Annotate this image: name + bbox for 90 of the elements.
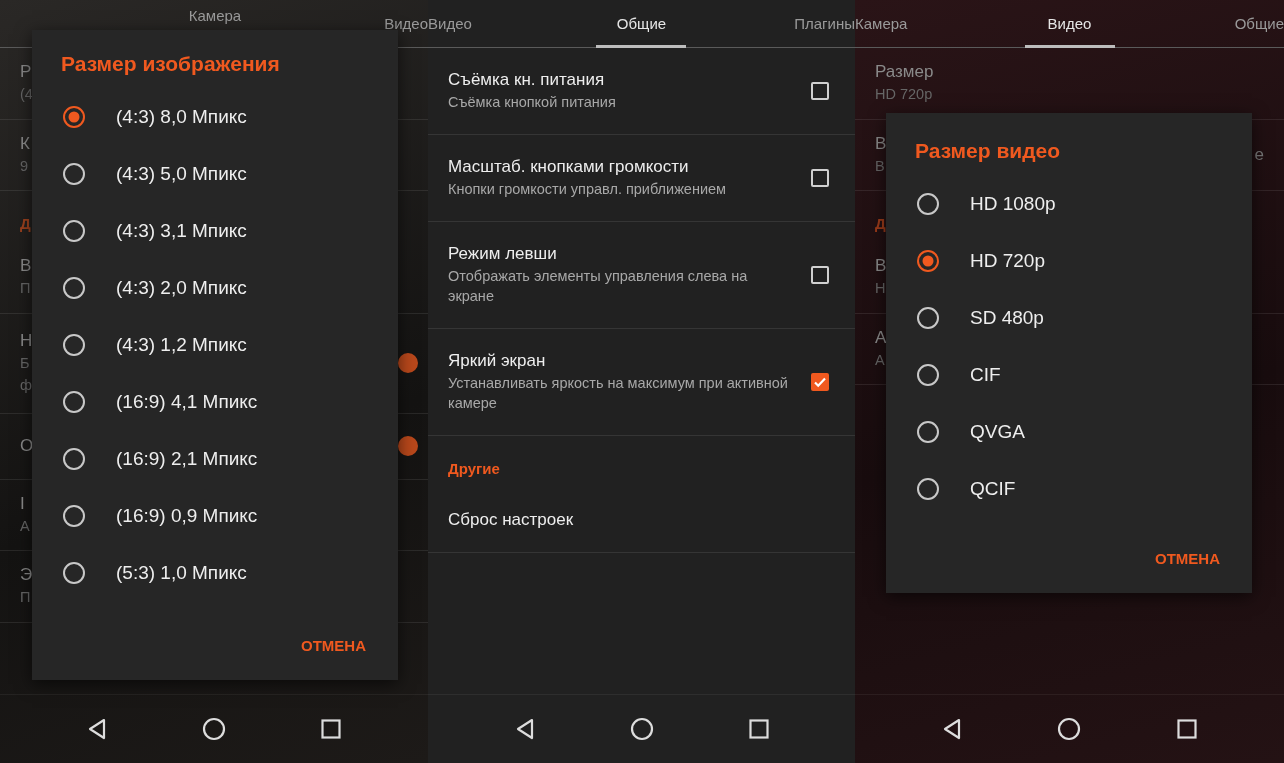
switch-thumb[interactable] bbox=[398, 436, 418, 457]
recents-icon[interactable] bbox=[321, 719, 342, 739]
radio-option[interactable]: (16:9) 0,9 Мпикс bbox=[32, 487, 398, 544]
radio-button[interactable] bbox=[62, 503, 86, 528]
setting-summary: А bbox=[20, 516, 30, 536]
setting-summary: В bbox=[875, 156, 885, 176]
setting-summary: Съёмка кнопкой питания bbox=[448, 92, 616, 112]
setting-summary: Кнопки громкости управл. приближением bbox=[448, 179, 727, 199]
radio-option[interactable]: (4:3) 5,0 Мпикс bbox=[32, 145, 398, 202]
radio-option[interactable]: (4:3) 3,1 Мпикс bbox=[32, 202, 398, 259]
setting-summary: 9 bbox=[20, 156, 29, 176]
radio-button[interactable] bbox=[62, 560, 86, 585]
checkbox[interactable] bbox=[811, 373, 829, 391]
setting-summary: А bbox=[875, 350, 885, 370]
back-icon[interactable] bbox=[941, 718, 962, 740]
tab[interactable]: Плагины bbox=[712, 0, 855, 47]
radio-button[interactable] bbox=[62, 446, 86, 471]
back-icon[interactable] bbox=[514, 718, 535, 740]
setting-title: В bbox=[875, 133, 887, 154]
checkbox[interactable] bbox=[811, 266, 829, 284]
checkbox[interactable] bbox=[811, 82, 829, 100]
radio-option[interactable]: SD 480p bbox=[886, 289, 1252, 346]
radio-button[interactable] bbox=[916, 419, 940, 444]
radio-option[interactable]: (4:3) 8,0 Мпикс bbox=[32, 88, 398, 145]
setting-summary: (4 bbox=[20, 85, 33, 104]
checkbox[interactable] bbox=[811, 169, 829, 187]
cancel-button[interactable]: ОТМЕНА bbox=[297, 633, 370, 658]
radio-option[interactable]: HD 1080p bbox=[886, 175, 1252, 232]
radio-button[interactable] bbox=[62, 161, 86, 186]
setting-title: Съёмка кн. питания bbox=[448, 69, 605, 90]
tab[interactable]: Камера bbox=[855, 0, 998, 47]
radio-option[interactable]: (4:3) 2,0 Мпикс bbox=[32, 259, 398, 316]
radio-option[interactable]: (5:3) 1,0 Мпикс bbox=[32, 544, 398, 601]
setting-title: е bbox=[1254, 144, 1264, 165]
radio-option[interactable]: CIF bbox=[886, 346, 1252, 403]
radio-button[interactable] bbox=[62, 104, 86, 129]
radio-button[interactable] bbox=[62, 332, 86, 357]
setting-title: К bbox=[20, 133, 30, 154]
section-header: Другие bbox=[448, 460, 500, 477]
tab[interactable]: Видео bbox=[428, 0, 571, 47]
setting-summary: Н bbox=[875, 279, 886, 299]
radio-button[interactable] bbox=[916, 476, 940, 501]
radio-button[interactable] bbox=[62, 275, 86, 300]
recents-icon[interactable] bbox=[1177, 719, 1198, 739]
radio-option[interactable]: (16:9) 2,1 Мпикс bbox=[32, 430, 398, 487]
radio-button[interactable] bbox=[62, 218, 86, 243]
setting-title: Сброс настроек bbox=[448, 509, 574, 530]
setting-title: Размер bbox=[875, 62, 934, 82]
cancel-button[interactable]: ОТМЕНА bbox=[1151, 546, 1224, 571]
radio-option[interactable]: (16:9) 4,1 Мпикс bbox=[32, 373, 398, 430]
setting-summary: HD 720p bbox=[875, 85, 933, 104]
setting-title: Р bbox=[20, 62, 32, 82]
setting-summary: Устанавливать яркость на максимум при активной камере bbox=[448, 373, 789, 413]
setting-title: Э bbox=[20, 565, 33, 586]
setting-title: Режим левши bbox=[448, 243, 557, 264]
radio-button[interactable] bbox=[62, 389, 86, 414]
setting-title: В bbox=[875, 256, 887, 277]
setting-title: В bbox=[20, 256, 32, 277]
home-icon[interactable] bbox=[629, 717, 654, 741]
radio-option[interactable]: QVGA bbox=[886, 403, 1252, 460]
setting-title: I bbox=[20, 493, 25, 514]
setting-summary: Отображать элементы управления слева на экране bbox=[448, 266, 749, 306]
tab[interactable]: Общие bbox=[570, 0, 713, 47]
home-icon[interactable] bbox=[202, 717, 226, 741]
home-icon[interactable] bbox=[1057, 717, 1082, 741]
radio-option[interactable]: (4:3) 1,2 Мпикс bbox=[32, 316, 398, 373]
radio-button[interactable] bbox=[916, 248, 940, 273]
radio-button[interactable] bbox=[916, 305, 940, 330]
setting-title: Масштаб. кнопками громкости bbox=[448, 156, 689, 177]
section-header: Д bbox=[20, 215, 31, 233]
radio-option[interactable]: QCIF bbox=[886, 460, 1252, 517]
setting-summary: П bbox=[20, 279, 31, 299]
section-header: Д bbox=[875, 215, 886, 233]
radio-button[interactable] bbox=[916, 191, 940, 216]
setting-summary: Б bbox=[20, 353, 30, 373]
setting-title: Н bbox=[20, 330, 33, 351]
setting-title: Яркий экран bbox=[448, 350, 546, 371]
tab[interactable]: Общие bbox=[1141, 0, 1284, 47]
switch-thumb[interactable] bbox=[398, 353, 418, 374]
setting-summary: ф bbox=[20, 376, 32, 396]
setting-title: О bbox=[20, 436, 34, 457]
dialog-title: Размер изображения bbox=[60, 52, 281, 76]
setting-summary: П bbox=[20, 588, 31, 608]
radio-button[interactable] bbox=[916, 362, 940, 387]
tab[interactable]: Видео bbox=[998, 0, 1141, 47]
back-icon[interactable] bbox=[86, 718, 107, 740]
recents-icon[interactable] bbox=[748, 719, 769, 739]
radio-option[interactable]: HD 720p bbox=[886, 232, 1252, 289]
setting-title: А bbox=[875, 327, 887, 348]
dialog-title: Размер видео bbox=[914, 139, 1062, 163]
